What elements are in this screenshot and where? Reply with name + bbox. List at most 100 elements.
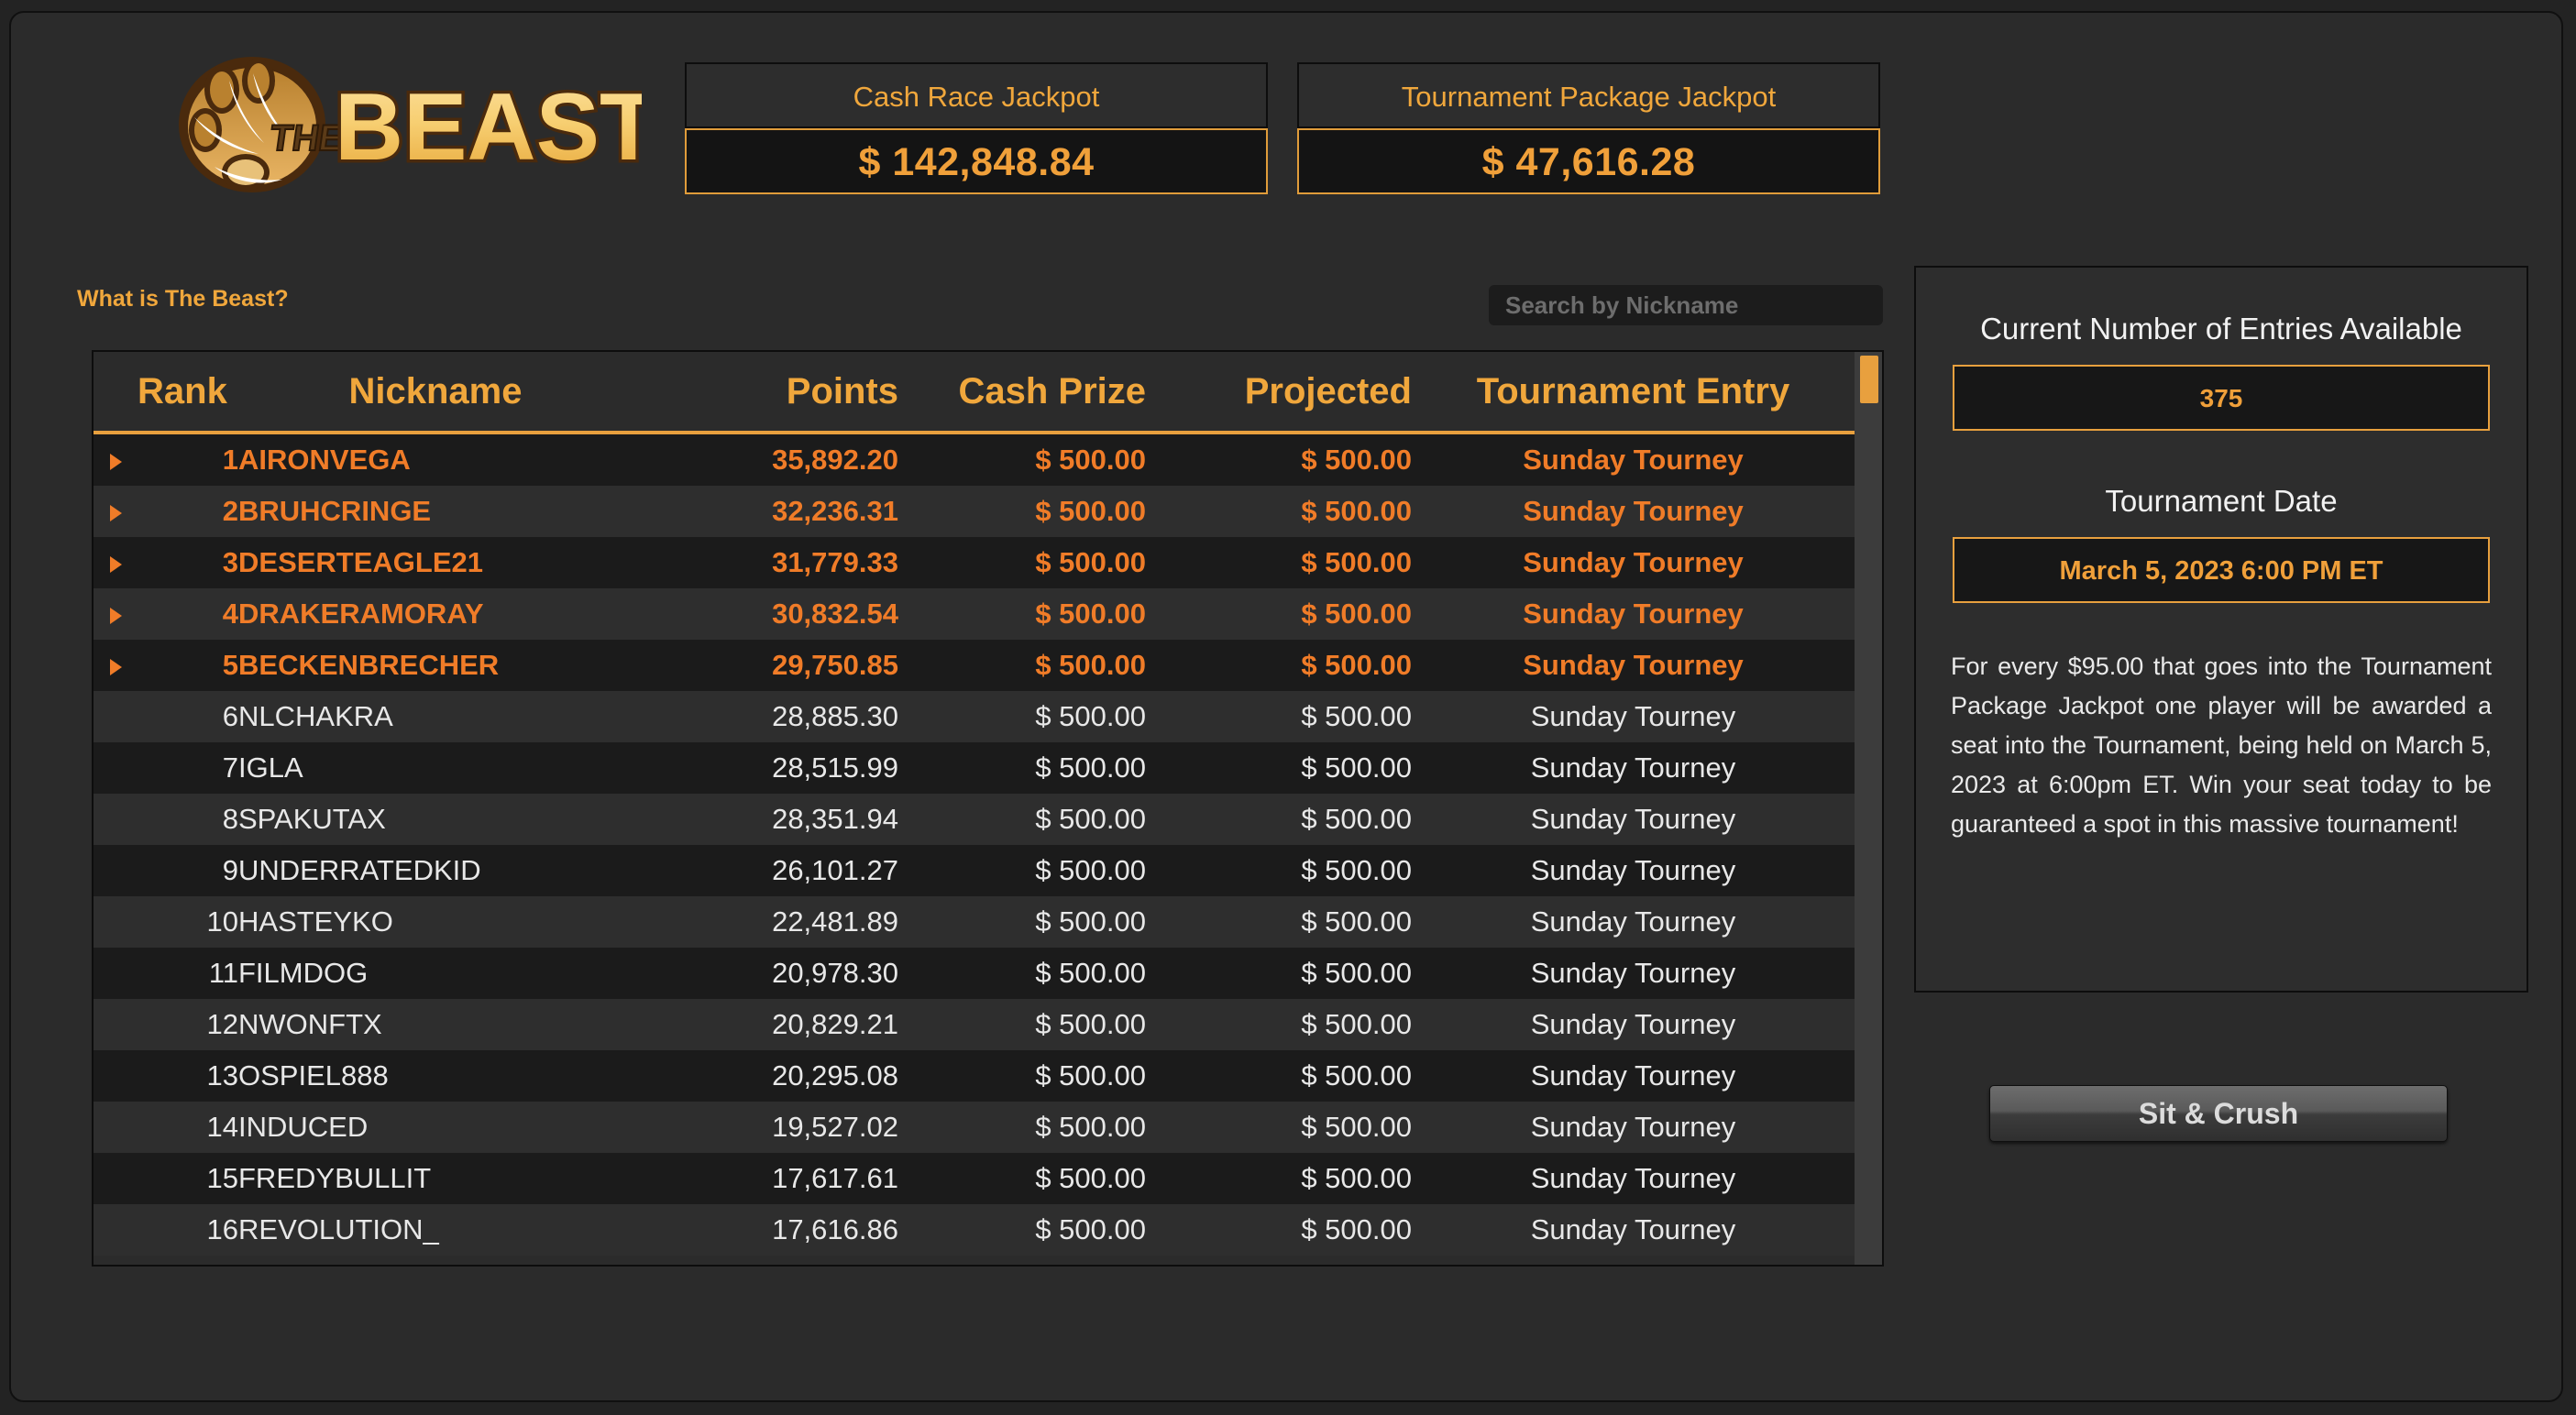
row-arrow-placeholder — [94, 845, 138, 896]
cell-cash-prize: $ 500.00 — [898, 999, 1146, 1050]
cell-projected: $ 500.00 — [1146, 742, 1412, 794]
cell-points: 28,515.99 — [633, 742, 898, 794]
cell-projected: $ 500.00 — [1146, 896, 1412, 948]
cell-nickname: REVOLUTION_ — [238, 1204, 633, 1256]
cell-points: 28,885.30 — [633, 691, 898, 742]
cash-race-jackpot-value: $ 142,848.84 — [685, 128, 1268, 194]
the-beast-logo: THE BEAST — [174, 51, 642, 198]
cell-points: 30,832.54 — [633, 588, 898, 640]
column-header-cash-prize[interactable]: Cash Prize — [898, 352, 1146, 434]
expand-arrow-icon[interactable] — [94, 588, 138, 640]
cell-rank: 9 — [138, 845, 238, 896]
cell-tournament-entry: Sunday Tourney — [1412, 999, 1855, 1050]
cell-tournament-entry: Sunday Tourney — [1412, 588, 1855, 640]
cell-cash-prize: $ 500.00 — [898, 742, 1146, 794]
cell-rank: 7 — [138, 742, 238, 794]
table-row[interactable]: 2 BRUHCRINGE 32,236.31 $ 500.00 $ 500.00 Sund… — [94, 486, 1855, 537]
table-row[interactable]: 12 NWONFTX 20,829.21 $ 500.00 $ 500.00 Sunday… — [94, 999, 1855, 1050]
column-header-points[interactable]: Points — [633, 352, 898, 434]
expand-arrow-icon[interactable] — [94, 486, 138, 537]
table-row[interactable]: 8 SPAKUTAX 28,351.94 $ 500.00 $ 500.00 Sunday… — [94, 794, 1855, 845]
cell-projected: $ 500.00 — [1146, 588, 1412, 640]
sit-and-crush-button[interactable]: Sit & Crush — [1989, 1085, 2448, 1142]
cell-tournament-entry: Sunday Tourney — [1412, 845, 1855, 896]
row-arrow-placeholder — [94, 1102, 138, 1153]
cell-rank: 6 — [138, 691, 238, 742]
column-header-projected[interactable]: Projected — [1146, 352, 1412, 434]
cell-nickname: IGLA — [238, 742, 633, 794]
column-header-rank[interactable]: Rank — [138, 352, 238, 434]
cell-points: 19,527.02 — [633, 1102, 898, 1153]
cell-tournament-entry: Sunday Tourney — [1412, 896, 1855, 948]
cell-projected: $ 500.00 — [1146, 1050, 1412, 1102]
expand-arrow-icon[interactable] — [94, 640, 138, 691]
cell-projected: $ 500.00 — [1146, 948, 1412, 999]
row-arrow-placeholder — [94, 1050, 138, 1102]
cell-cash-prize: $ 500.00 — [898, 433, 1146, 486]
what-is-the-beast-link[interactable]: What is The Beast? — [77, 286, 289, 313]
cell-rank: 15 — [138, 1153, 238, 1204]
table-scrollbar-thumb[interactable] — [1860, 356, 1878, 403]
chevron-right-icon — [109, 504, 122, 521]
cell-rank: 12 — [138, 999, 238, 1050]
entries-available-heading: Current Number of Entries Available — [1980, 312, 2462, 346]
cell-rank: 4 — [138, 588, 238, 640]
cell-nickname: INDUCED — [238, 1102, 633, 1153]
cell-projected: $ 500.00 — [1146, 640, 1412, 691]
search-input[interactable] — [1489, 285, 1883, 325]
page-header: THE BEAST Cash Race Jackpot $ 142,848.84… — [11, 13, 2561, 242]
cell-cash-prize: $ 500.00 — [898, 588, 1146, 640]
table-row[interactable]: 4 DRAKERAMORAY 30,832.54 $ 500.00 $ 500.00 Su… — [94, 588, 1855, 640]
cell-points: 35,892.20 — [633, 433, 898, 486]
cell-tournament-entry: Sunday Tourney — [1412, 794, 1855, 845]
cell-tournament-entry: Sunday Tourney — [1412, 537, 1855, 588]
cell-nickname: DESERTEAGLE21 — [238, 537, 633, 588]
table-scrollbar-track[interactable] — [1855, 352, 1882, 1265]
cell-rank: 14 — [138, 1102, 238, 1153]
cell-cash-prize: $ 500.00 — [898, 948, 1146, 999]
cell-nickname: AIRONVEGA — [238, 433, 633, 486]
cell-tournament-entry: Sunday Tourney — [1412, 1153, 1855, 1204]
tournament-package-jackpot-label: Tournament Package Jackpot — [1297, 62, 1880, 128]
cell-rank: 1 — [138, 433, 238, 486]
cell-rank: 5 — [138, 640, 238, 691]
table-row[interactable]: 7 IGLA 28,515.99 $ 500.00 $ 500.00 Sunday Tou… — [94, 742, 1855, 794]
table-row[interactable]: 11 FILMDOG 20,978.30 $ 500.00 $ 500.00 Sunday… — [94, 948, 1855, 999]
table-row[interactable]: 1 AIRONVEGA 35,892.20 $ 500.00 $ 500.00 Sunda… — [94, 433, 1855, 486]
tournament-package-jackpot-value: $ 47,616.28 — [1297, 128, 1880, 194]
cell-nickname: OSPIEL888 — [238, 1050, 633, 1102]
table-row[interactable]: 14 INDUCED 19,527.02 $ 500.00 $ 500.00 Sunday… — [94, 1102, 1855, 1153]
cell-rank: 10 — [138, 896, 238, 948]
cell-rank: 2 — [138, 486, 238, 537]
cell-projected: $ 500.00 — [1146, 433, 1412, 486]
cell-points: 20,829.21 — [633, 999, 898, 1050]
table-row[interactable]: 3 DESERTEAGLE21 31,779.33 $ 500.00 $ 500.00 S… — [94, 537, 1855, 588]
expand-arrow-icon[interactable] — [94, 537, 138, 588]
cell-tournament-entry: Sunday Tourney — [1412, 1204, 1855, 1256]
table-row[interactable]: 9 UNDERRATEDKID 26,101.27 $ 500.00 $ 500.00 S… — [94, 845, 1855, 896]
cell-cash-prize: $ 500.00 — [898, 1153, 1146, 1204]
cell-projected: $ 500.00 — [1146, 537, 1412, 588]
cell-rank: 3 — [138, 537, 238, 588]
table-row[interactable]: 6 NLCHAKRA 28,885.30 $ 500.00 $ 500.00 Sunday… — [94, 691, 1855, 742]
table-row[interactable]: 5 BECKENBRECHER 29,750.85 $ 500.00 $ 500.00 S… — [94, 640, 1855, 691]
table-header-row: Rank Nickname Points Cash Prize Projecte… — [94, 352, 1855, 434]
row-arrow-placeholder — [94, 691, 138, 742]
cell-points: 22,481.89 — [633, 896, 898, 948]
cell-tournament-entry: Sunday Tourney — [1412, 1102, 1855, 1153]
table-row[interactable]: 10 HASTEYKO 22,481.89 $ 500.00 $ 500.00 Sunda… — [94, 896, 1855, 948]
table-row[interactable]: 16 REVOLUTION_ 17,616.86 $ 500.00 $ 500.00 Su… — [94, 1204, 1855, 1256]
tournament-date-heading: Tournament Date — [2105, 484, 2338, 518]
logo-beast-text: BEAST — [335, 74, 642, 181]
column-header-tournament-entry[interactable]: Tournament Entry — [1412, 352, 1855, 434]
cell-tournament-entry: Sunday Tourney — [1412, 1050, 1855, 1102]
column-header-nickname[interactable]: Nickname — [238, 352, 633, 434]
cell-nickname: FILMDOG — [238, 948, 633, 999]
cell-cash-prize: $ 500.00 — [898, 537, 1146, 588]
expand-arrow-icon[interactable] — [94, 433, 138, 486]
cell-cash-prize: $ 500.00 — [898, 1204, 1146, 1256]
row-arrow-placeholder — [94, 794, 138, 845]
table-row[interactable]: 15 FREDYBULLIT 17,617.61 $ 500.00 $ 500.00 Su… — [94, 1153, 1855, 1204]
cell-projected: $ 500.00 — [1146, 845, 1412, 896]
table-row[interactable]: 13 OSPIEL888 20,295.08 $ 500.00 $ 500.00 Sund… — [94, 1050, 1855, 1102]
